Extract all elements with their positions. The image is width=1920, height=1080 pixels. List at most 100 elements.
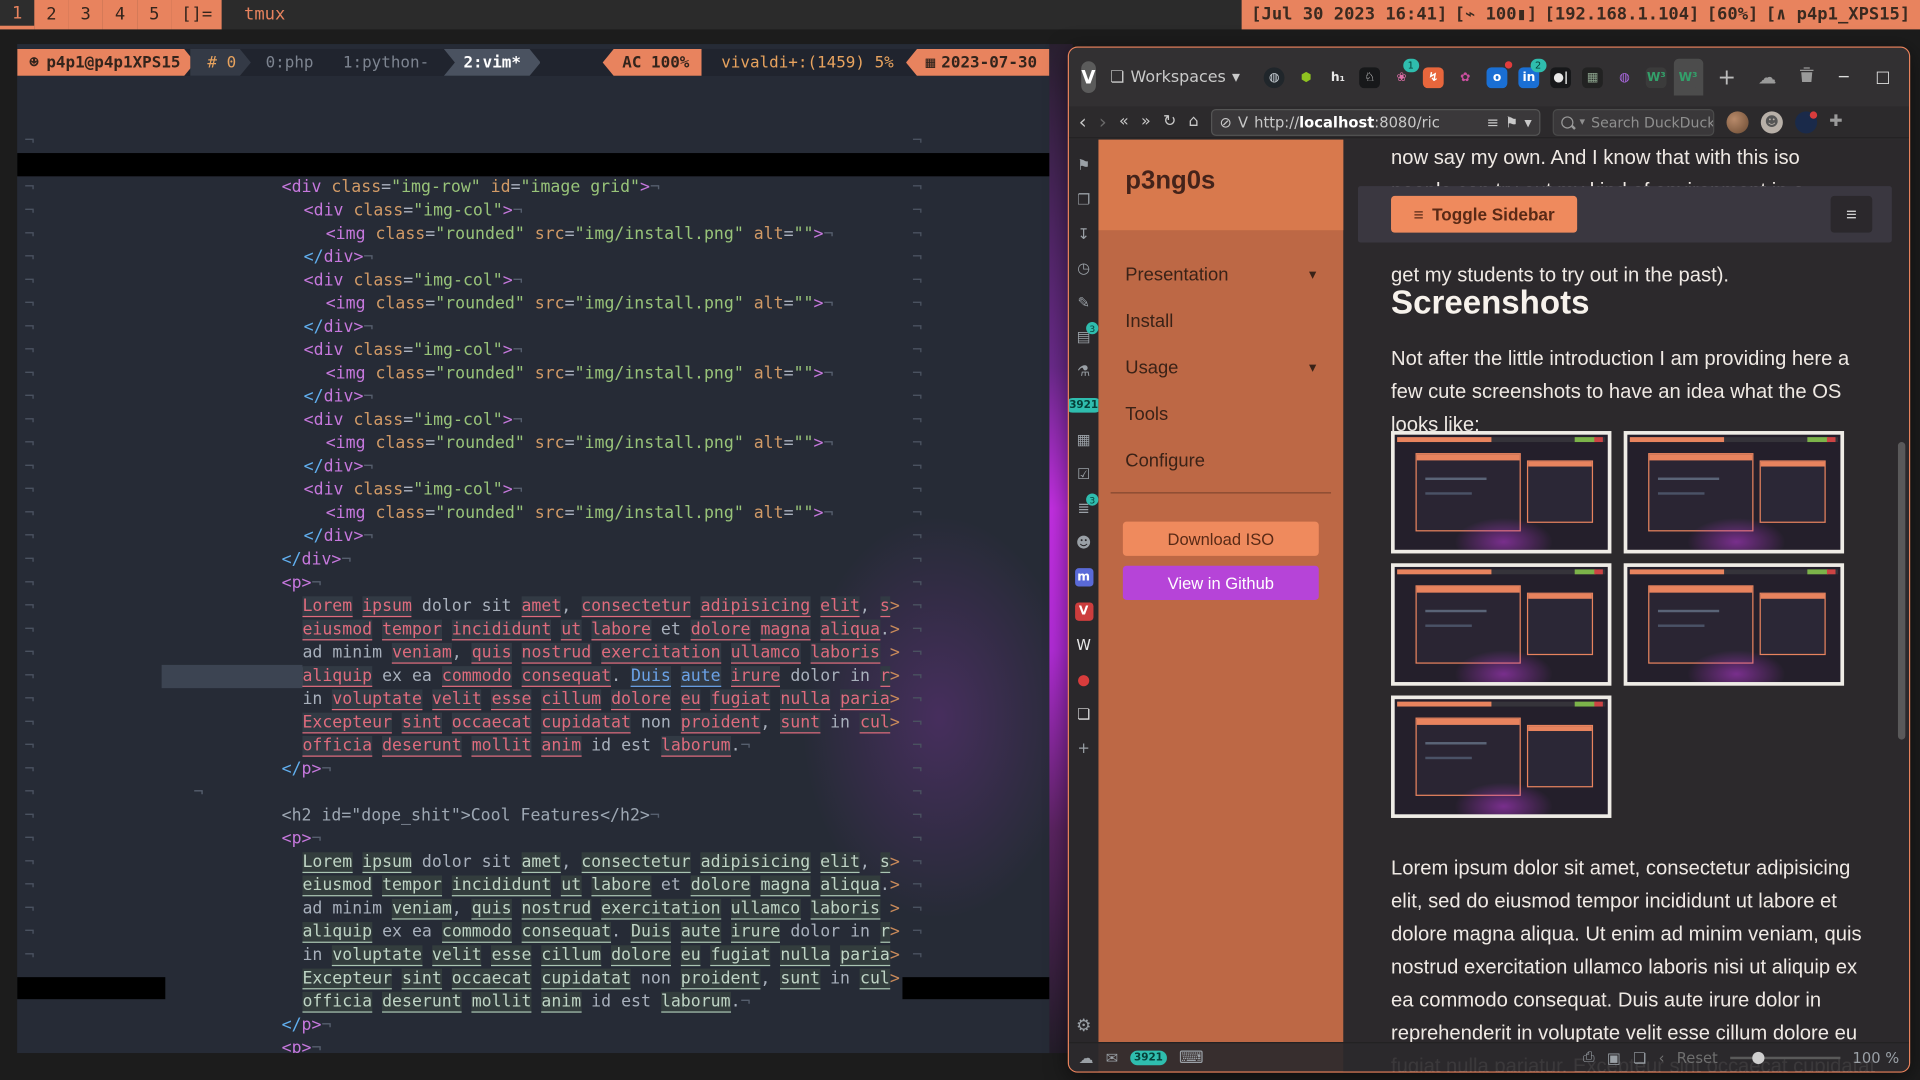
mail-account-icon[interactable] <box>1795 111 1817 133</box>
tab-w3schools-2[interactable]: W³ <box>1673 59 1702 96</box>
tab-lightning[interactable]: ↯ <box>1419 59 1448 96</box>
stack-icon: ❏ <box>1110 68 1124 86</box>
tab-flamingo[interactable]: ❀1 <box>1387 59 1416 96</box>
mail-count-badge[interactable]: 3921 <box>1130 1050 1166 1065</box>
panel-bookmarks[interactable]: ⚑ <box>1069 152 1098 179</box>
panel-settings-gear[interactable]: ⚙ <box>1069 1013 1098 1040</box>
workspace-3[interactable]: 3 <box>69 0 103 29</box>
panel-wikipedia-panel[interactable]: W <box>1069 632 1098 659</box>
vim-line: ¬¬Lorem ipsum dolor sit amet, consectetu… <box>17 595 1049 618</box>
download-iso-button[interactable]: Download ISO <box>1123 522 1319 556</box>
toggle-images-icon[interactable]: ▣ <box>1607 1049 1621 1066</box>
search-dropdown-icon[interactable]: ▾ <box>1579 116 1585 128</box>
tab-h1[interactable]: h₁ <box>1323 59 1352 96</box>
panel-vivaldi-social-panel[interactable]: V <box>1069 598 1098 625</box>
menu-hamburger-button[interactable]: ≡ <box>1831 196 1873 233</box>
terminal-window[interactable]: ☻ p4p1@p4p1XPS15 # 0 0:php1:python-2:vim… <box>17 44 1049 1053</box>
view-in-github-button[interactable]: View in Github <box>1123 566 1319 600</box>
tab-w3schools-1[interactable]: W³ <box>1642 59 1671 96</box>
workspace-4[interactable]: 4 <box>103 0 137 29</box>
keyboard-icon[interactable]: ⌨ <box>1179 1048 1204 1068</box>
screenshot-thumbnail[interactable] <box>1624 563 1844 685</box>
capture-icon[interactable]: ⎙ <box>1583 1048 1595 1066</box>
panel-feeds[interactable]: ≣3 <box>1069 495 1098 522</box>
screenshot-thumbnail[interactable] <box>1391 431 1611 553</box>
tab-dark-logo[interactable]: ♘ <box>1355 59 1384 96</box>
extensions-icon[interactable]: ✚ <box>1829 113 1842 131</box>
screenshot-thumbnail[interactable] <box>1624 431 1844 553</box>
panel-notes[interactable]: ✎ <box>1069 289 1098 316</box>
maximize-button[interactable]: □ <box>1875 68 1890 86</box>
page-scrollbar[interactable] <box>1898 442 1905 740</box>
tab-mastodon[interactable]: ◍ <box>1610 59 1639 96</box>
tmux-window-1[interactable]: 1:python- <box>328 49 444 76</box>
reader-view-icon[interactable]: ≡ <box>1487 113 1499 130</box>
tmux-window-2[interactable]: 2:vim* <box>444 49 541 76</box>
panel-mastodon-panel[interactable]: m <box>1069 563 1098 590</box>
vivaldi-menu-button[interactable]: V <box>1081 61 1095 93</box>
fast-forward-button[interactable]: » <box>1141 113 1151 131</box>
panel-calendar-alt[interactable]: ▦ <box>1069 426 1098 453</box>
reload-button[interactable]: ↻ <box>1163 113 1176 131</box>
sync-cloud-icon[interactable]: ☁ <box>1758 66 1776 88</box>
url-dropdown-icon[interactable]: ▾ <box>1524 113 1531 130</box>
screenshots-heading: Screenshots <box>1391 284 1589 322</box>
sync-status-icon[interactable]: ☁ <box>1079 1049 1094 1066</box>
tiling-icon[interactable]: ❏ <box>1633 1049 1646 1066</box>
screenshot-thumbnail[interactable] <box>1391 696 1611 818</box>
toggle-sidebar-button[interactable]: ≡ Toggle Sidebar <box>1391 196 1577 233</box>
zoom-reset-button[interactable]: Reset <box>1677 1049 1718 1066</box>
rewind-button[interactable]: « <box>1119 113 1129 131</box>
profile-avatar[interactable] <box>1726 111 1748 133</box>
panel-downloads[interactable]: ↧ <box>1069 220 1098 247</box>
sidebar-item-presentation[interactable]: Presentation▾ <box>1098 253 1343 295</box>
vivaldi-browser-window[interactable]: V ❏ Workspaces ▾ ◍⬢h₁♘❀1↯✿oin2●|▦◍W³W³ +… <box>1068 47 1910 1073</box>
workspace-1[interactable]: 1 <box>0 0 34 29</box>
tab-medium[interactable]: ●| <box>1546 59 1575 96</box>
lorem-paragraph: Lorem ipsum dolor sit amet, consectetur … <box>1391 852 1876 1071</box>
trash-icon[interactable] <box>1798 66 1814 88</box>
tab-linkedin[interactable]: in2 <box>1514 59 1543 96</box>
search-field[interactable]: ▾ Search DuckDuckGo <box>1553 108 1715 135</box>
bookmark-icon[interactable]: ⚑ <box>1505 113 1518 130</box>
vim-line: ¬¬</p>¬ <box>17 758 1049 781</box>
zoom-slider[interactable] <box>1730 1056 1840 1058</box>
panel-history[interactable]: ◷ <box>1069 255 1098 282</box>
screenshot-thumbnail[interactable] <box>1391 563 1611 685</box>
sidebar-item-tools[interactable]: Tools <box>1098 393 1343 435</box>
tab-github[interactable]: ◍ <box>1260 59 1289 96</box>
home-button[interactable]: ⌂ <box>1189 113 1199 131</box>
panel-reading-list[interactable]: ❐ <box>1069 186 1098 213</box>
tab-green-cube[interactable]: ⬢ <box>1291 59 1320 96</box>
minimize-button[interactable]: ─ <box>1839 68 1849 86</box>
sidebar-item-configure[interactable]: Configure <box>1098 440 1343 482</box>
workspaces-dropdown[interactable]: ❏ Workspaces ▾ <box>1110 68 1240 86</box>
guest-avatar[interactable]: ☻ <box>1761 111 1783 133</box>
tmux-window-0[interactable]: 0:php <box>251 49 328 76</box>
sidebar-item-usage[interactable]: Usage▾ <box>1098 347 1343 389</box>
zoom-out-arrow[interactable]: ‹ <box>1659 1049 1665 1066</box>
back-button[interactable]: ‹ <box>1079 110 1087 133</box>
panel-tasks[interactable]: ☑ <box>1069 460 1098 487</box>
panel-calendar[interactable]: ▤3 <box>1069 323 1098 350</box>
tab-screenshot[interactable]: ▦ <box>1578 59 1607 96</box>
zoom-slider-thumb[interactable] <box>1752 1051 1764 1063</box>
new-tab-button[interactable]: + <box>1718 64 1736 90</box>
site-permissions-icon[interactable]: ⊘ <box>1219 113 1231 130</box>
panel-youtube-panel[interactable]: ● <box>1069 666 1098 693</box>
sidebar-item-install[interactable]: Install <box>1098 300 1343 342</box>
forward-button[interactable]: › <box>1099 110 1107 133</box>
status-segment: [Jul 30 2023 16:41] <box>1251 5 1447 25</box>
mail-status-icon[interactable]: ✉ <box>1106 1049 1118 1066</box>
panel-add-web-panel[interactable]: + <box>1069 735 1098 762</box>
panel-docs-panel[interactable]: ❏ <box>1069 700 1098 727</box>
address-field[interactable]: ⊘ V http://localhost:8080/ric ≡ ⚑ ▾ <box>1211 108 1540 135</box>
panel-contacts[interactable]: ☻ <box>1069 529 1098 556</box>
panel-mail-count[interactable]: 3921 <box>1069 392 1098 419</box>
workspace-2[interactable]: 2 <box>34 0 68 29</box>
workspace-5[interactable]: 5 <box>137 0 171 29</box>
tab-outlook[interactable]: o <box>1482 59 1511 96</box>
panel-translate[interactable]: ⚗ <box>1069 358 1098 385</box>
vim-line: ¬¬officia deserunt mollit anim id est la… <box>17 735 1049 758</box>
tab-pink[interactable]: ✿ <box>1451 59 1480 96</box>
